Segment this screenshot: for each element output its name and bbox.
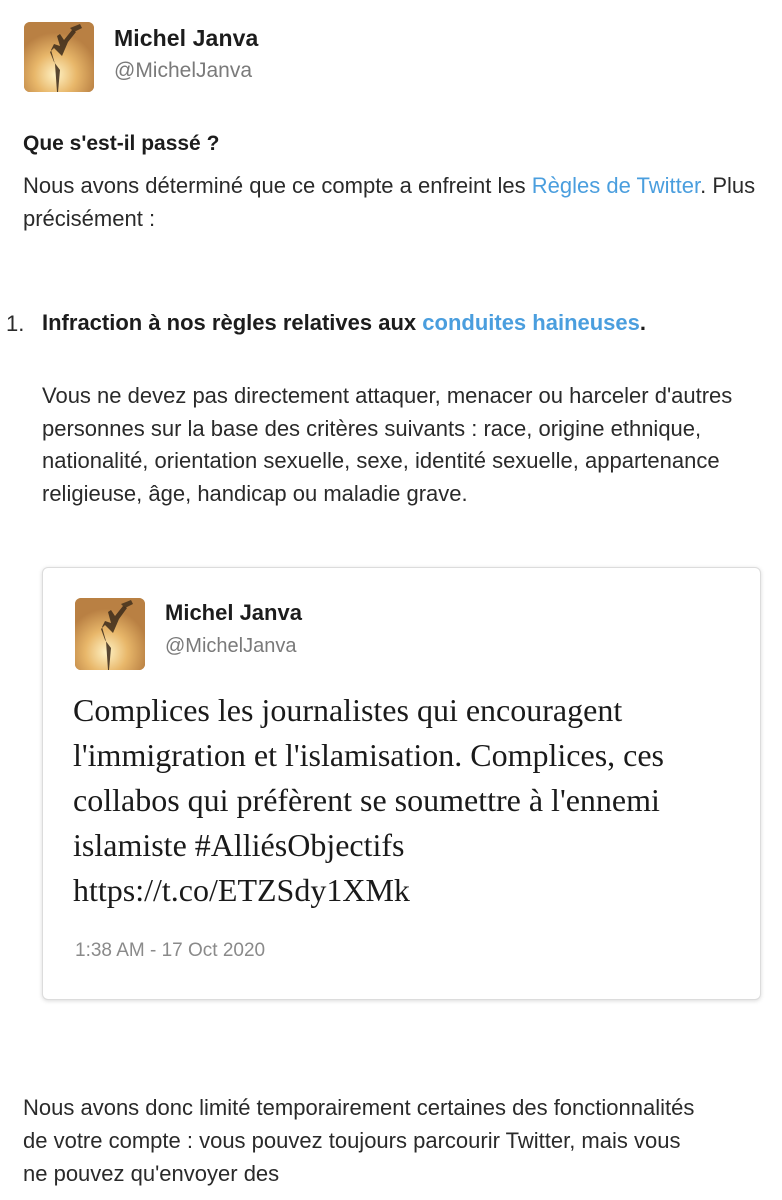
tweet-avatar-image xyxy=(75,598,145,670)
reported-tweet-card[interactable]: Michel Janva @MichelJanva Complices les … xyxy=(42,567,761,1000)
violation-title: Infraction à nos règles relatives aux co… xyxy=(42,305,662,340)
violation-description: Vous ne devez pas directement attaquer, … xyxy=(42,383,733,506)
what-happened-text-start: Nous avons déterminé que ce compte a enf… xyxy=(23,173,532,198)
violation-number: 1. xyxy=(6,311,25,336)
violation-title-end: . xyxy=(639,310,647,335)
account-name[interactable]: Michel Janva xyxy=(114,25,258,52)
account-avatar[interactable] xyxy=(24,22,94,92)
tweet-timestamp[interactable]: 1:38 AM - 17 Oct 2020 xyxy=(75,940,265,962)
violation-title-text: Infraction à nos règles relatives aux xyxy=(42,310,423,335)
what-happened-text: Nous avons déterminé que ce compte a enf… xyxy=(23,169,768,235)
tweet-author-handle[interactable]: @MichelJanva xyxy=(165,635,296,658)
what-happened-heading: Que s'est-il passé ? xyxy=(23,132,220,155)
tweet-text: Complices les journalistes qui encourage… xyxy=(73,692,664,908)
account-handle[interactable]: @MichelJanva xyxy=(114,59,252,83)
tweet-avatar[interactable] xyxy=(75,598,145,670)
avatar-image xyxy=(24,22,94,92)
twitter-rules-link[interactable]: Règles de Twitter xyxy=(532,173,700,198)
consequence-text: Nous avons donc limité temporairement ce… xyxy=(23,1095,695,1186)
tweet-author-name[interactable]: Michel Janva xyxy=(165,600,302,626)
hateful-conduct-link[interactable]: conduites haineuses xyxy=(422,310,640,335)
